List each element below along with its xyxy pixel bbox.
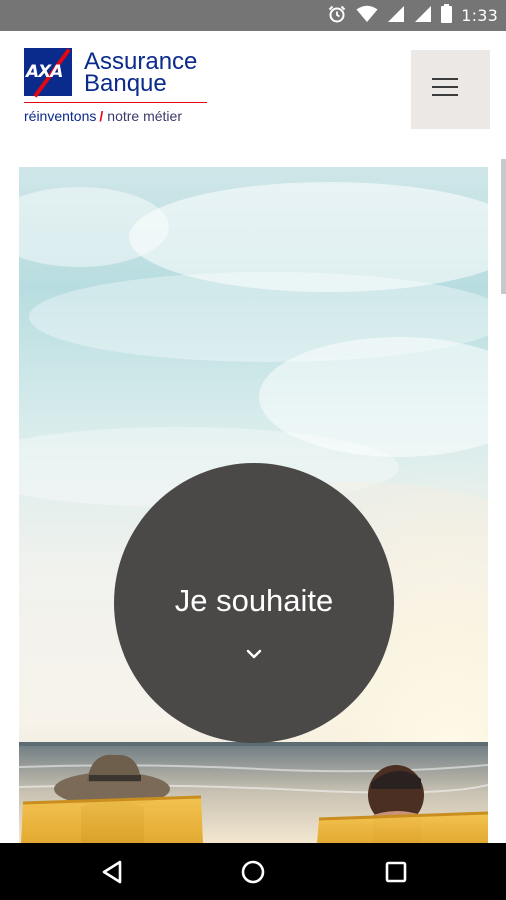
axa-logo-mark: AXA [24,48,72,98]
signal-icon [414,5,432,27]
status-time: 1:33 [461,6,498,25]
je-souhaite-button[interactable]: Je souhaite [114,463,394,743]
tagline-slash: / [99,108,104,124]
back-icon[interactable] [96,856,128,888]
status-icons: 1:33 [327,0,498,31]
menu-button[interactable] [411,50,490,129]
logo-rule [24,102,207,103]
cta-label: Je souhaite [174,583,334,618]
tagline-reinventons: réinventons [24,108,97,124]
logo-tagline: réinventons / notre métier [24,108,182,124]
logo-title-banque: Banque [84,70,167,97]
hamburger-menu-icon [432,78,458,98]
site-header: AXA Assurance Banque réinventons / notre m… [0,31,506,159]
chevron-down-icon [246,649,262,659]
signal-icon [387,5,405,27]
home-icon[interactable] [237,856,269,888]
status-bar: 1:33 [0,0,506,31]
app-screen: 1:33 AXA Assurance Banque réinventons / no… [0,0,506,900]
page-scrollbar[interactable] [501,159,506,294]
wifi-icon [356,5,378,27]
battery-icon [441,4,453,27]
axa-logo[interactable]: AXA Assurance Banque réinventons / notre m… [24,48,214,128]
recents-icon[interactable] [380,856,412,888]
tagline-notre-metier: notre métier [107,108,182,124]
system-navigation-bar [0,843,506,900]
alarm-icon [327,4,347,28]
